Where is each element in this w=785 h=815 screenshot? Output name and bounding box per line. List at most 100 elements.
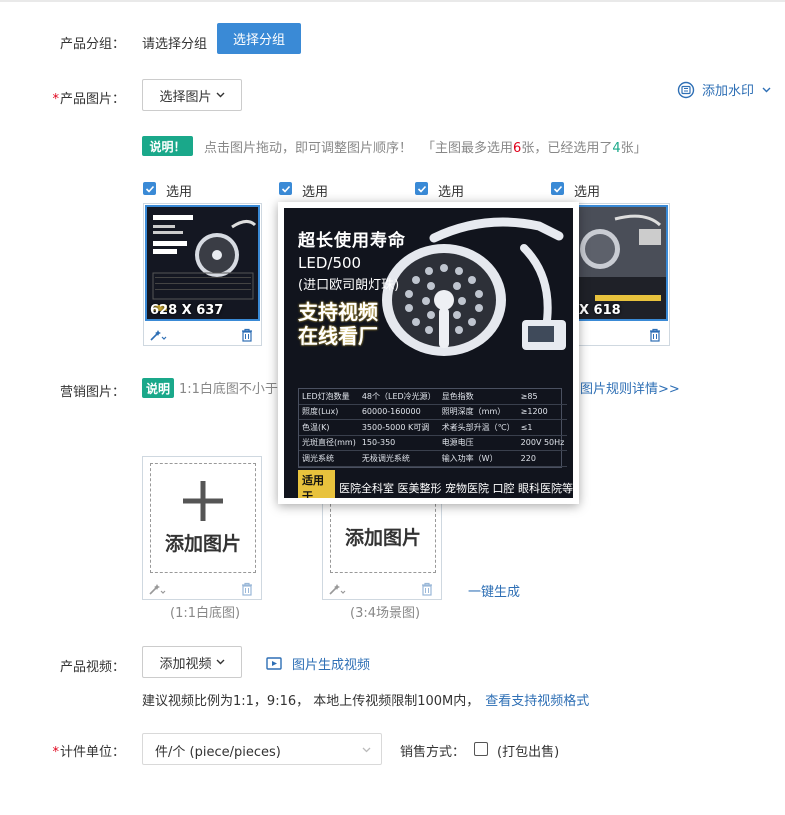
add-image-area[interactable]: 添加图片 bbox=[150, 463, 256, 573]
required-mark: * bbox=[52, 745, 59, 760]
marketing-note-badge: 说明 bbox=[142, 378, 174, 398]
scene-caption: (3:4场景图) bbox=[350, 606, 421, 621]
spec-cell: ≤1 bbox=[517, 419, 568, 436]
note-text: 点击图片拖动，即可调整图片顺序！ 「主图最多选用6张，已经选用了4张」 bbox=[204, 137, 647, 156]
marketing-note-text: 1:1白底图不小于8 bbox=[179, 382, 287, 397]
sale-method-label: 销售方式： bbox=[400, 745, 466, 760]
note-badge: 说明！ bbox=[142, 136, 193, 156]
spec-cell: 150-350 bbox=[358, 435, 439, 451]
image-dimensions: X 618 bbox=[579, 303, 621, 318]
video-hint-text: 建议视频比例为1:1，9:16， 本地上传视频限制100M内， bbox=[142, 694, 480, 709]
unit-label: *计件单位： bbox=[52, 741, 125, 760]
chevron-down-icon bbox=[216, 659, 224, 665]
note-used: 4 bbox=[612, 141, 621, 156]
magic-wand-icon[interactable] bbox=[328, 582, 346, 596]
trash-icon[interactable] bbox=[649, 328, 661, 342]
select-checkbox-2[interactable] bbox=[279, 182, 292, 195]
spec-cell: 照度(Lux) bbox=[299, 404, 359, 420]
spec-cell: ≥1200 bbox=[517, 404, 568, 420]
trash-icon[interactable] bbox=[241, 328, 253, 342]
spec-cell: 无极调光系统 bbox=[358, 450, 439, 467]
spec-cell: 照明深度（mm） bbox=[438, 404, 518, 420]
spec-cell: 输入功率（W） bbox=[438, 450, 518, 467]
package-sale-label: (打包出售) bbox=[497, 745, 560, 760]
usage-row: 适用于 医院全科室 医美整形 宠物医院 口腔 眼科医院等 bbox=[298, 470, 573, 498]
one-click-generate-link[interactable]: 一键生成 bbox=[468, 581, 520, 600]
product-image-thumb-1[interactable]: 628 X 637 bbox=[145, 205, 260, 321]
image-to-video-label: 图片生成视频 bbox=[292, 658, 371, 673]
required-mark: * bbox=[52, 92, 59, 107]
watermark-label: 添加水印 bbox=[702, 84, 755, 99]
magic-wand-icon[interactable] bbox=[148, 582, 166, 596]
poster-slogan: 支持视频 在线看厂 bbox=[298, 300, 378, 348]
chevron-down-icon bbox=[762, 87, 771, 92]
add-video-label: 添加视频 bbox=[159, 656, 212, 672]
spec-cell: 色温(K) bbox=[299, 419, 359, 436]
spec-row: 照度(Lux) 60000-160000 照明深度（mm） ≥1200 bbox=[299, 404, 568, 420]
select-checkbox-1[interactable] bbox=[143, 182, 156, 195]
thumb-toolbar bbox=[144, 323, 261, 345]
group-placeholder: 请选择分组 bbox=[142, 37, 208, 52]
select-checkbox-4[interactable] bbox=[551, 182, 564, 195]
image-dimensions: 628 X 637 bbox=[150, 303, 224, 318]
spec-cell: 200V 50Hz bbox=[517, 435, 568, 451]
poster-model: LED/500 bbox=[298, 254, 362, 272]
choose-image-button[interactable]: 选择图片 bbox=[142, 79, 242, 111]
video-hint: 建议视频比例为1:1，9:16， 本地上传视频限制100M内， 查看支持视频格式 bbox=[142, 690, 589, 709]
spec-cell: 3500-5000 K可调 bbox=[358, 419, 439, 436]
white-bg-image-card[interactable]: 添加图片 bbox=[142, 456, 262, 600]
poster-slogan-1: 支持视频 bbox=[298, 300, 378, 324]
spec-cell: 光斑直径(mm) bbox=[299, 435, 359, 451]
note-bracket-open: 「主图最多选用 bbox=[422, 141, 514, 156]
spec-row: 光斑直径(mm) 150-350 电源电压 200V 50Hz bbox=[299, 435, 568, 451]
plus-icon bbox=[183, 480, 223, 521]
spec-cell: 调光系统 bbox=[299, 450, 359, 467]
video-format-link[interactable]: 查看支持视频格式 bbox=[485, 694, 589, 709]
spec-cell: 显色指数 bbox=[438, 389, 518, 405]
chevron-down-icon bbox=[362, 747, 371, 753]
select-group-button[interactable]: 选择分组 bbox=[217, 23, 301, 54]
product-image-card-1[interactable]: 628 X 637 bbox=[143, 203, 262, 346]
spec-table: LED灯泡数量 48个（LED冷光源） 显色指数 ≥85 照度(Lux) 600… bbox=[298, 388, 568, 468]
note-mid: 张，已经选用了 bbox=[521, 141, 613, 156]
spec-cell: 术者头部升温（℃） bbox=[438, 419, 518, 436]
trash-icon[interactable] bbox=[241, 582, 253, 596]
images-label: *产品图片： bbox=[52, 88, 125, 107]
usage-tag: 适用于 bbox=[298, 470, 335, 498]
spec-row: 调光系统 无极调光系统 输入功率（W） 220 bbox=[299, 450, 568, 467]
top-divider bbox=[0, 0, 785, 2]
note-end: 张」 bbox=[620, 141, 647, 156]
unit-select[interactable]: 件/个 (piece/pieces) bbox=[142, 733, 382, 765]
spec-row: 色温(K) 3500-5000 K可调 术者头部升温（℃） ≤1 bbox=[299, 419, 568, 436]
watermark-toggle[interactable]: 添加水印 bbox=[677, 80, 771, 99]
spec-cell: ≥85 bbox=[517, 389, 568, 405]
spec-cell: 电源电压 bbox=[438, 435, 518, 451]
images-label-text: 产品图片： bbox=[59, 92, 125, 107]
trash-icon[interactable] bbox=[421, 582, 433, 596]
image-to-video-link[interactable]: 图片生成视频 bbox=[266, 654, 370, 673]
chevron-down-icon bbox=[216, 92, 224, 98]
watermark-icon bbox=[677, 81, 695, 98]
add-video-button[interactable]: 添加视频 bbox=[142, 646, 242, 678]
add-toolbar bbox=[323, 577, 441, 599]
magic-wand-icon[interactable] bbox=[149, 328, 167, 342]
add-toolbar bbox=[143, 577, 261, 599]
unit-label-text: 计件单位： bbox=[59, 745, 125, 760]
usage-text: 医院全科室 医美整形 宠物医院 口腔 眼科医院等 bbox=[339, 482, 573, 495]
spec-row: LED灯泡数量 48个（LED冷光源） 显色指数 ≥85 bbox=[299, 389, 568, 405]
video-label: 产品视频： bbox=[59, 660, 125, 675]
image-preview-popup: 超长使用寿命 LED/500 (进口欧司朗灯珠) 支持视频 在线看厂 LED灯泡… bbox=[278, 202, 579, 504]
note-main: 点击图片拖动，即可调整图片顺序！ bbox=[204, 141, 413, 156]
spec-cell: 48个（LED冷光源） bbox=[358, 389, 439, 405]
select-label-1: 选用 bbox=[166, 185, 193, 200]
select-label-2: 选用 bbox=[302, 185, 329, 200]
group-label: 产品分组： bbox=[59, 37, 125, 52]
poster-subtitle: (进口欧司朗灯珠) bbox=[298, 278, 400, 293]
package-sale-checkbox[interactable] bbox=[474, 742, 488, 756]
select-label-4: 选用 bbox=[574, 185, 601, 200]
choose-image-label: 选择图片 bbox=[159, 89, 212, 105]
preview-image: 超长使用寿命 LED/500 (进口欧司朗灯珠) 支持视频 在线看厂 LED灯泡… bbox=[284, 208, 573, 498]
image-rule-link[interactable]: 图片规则详情>> bbox=[580, 378, 680, 397]
select-checkbox-3[interactable] bbox=[415, 182, 428, 195]
spec-cell: 220 bbox=[517, 450, 568, 467]
